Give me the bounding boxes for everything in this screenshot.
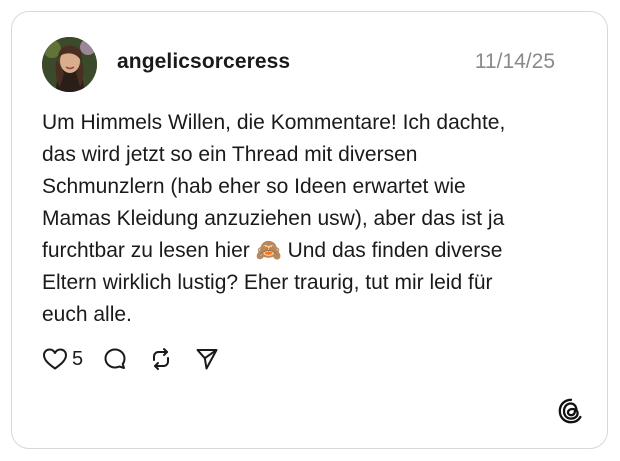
threads-logo-glyph xyxy=(558,398,582,424)
share-button[interactable] xyxy=(195,347,219,371)
username[interactable]: angelicsorceress xyxy=(117,50,290,74)
post-text: Um Himmels Willen, die Kommentare! Ich d… xyxy=(42,111,506,326)
threads-logo-icon[interactable] xyxy=(557,397,585,425)
heart-icon xyxy=(43,348,67,370)
avatar[interactable] xyxy=(42,37,97,92)
like-button[interactable]: 5 xyxy=(42,347,83,371)
action-bar: 5 xyxy=(42,345,219,373)
post-card: angelicsorceress 11/14/25 Um Himmels Wil… xyxy=(11,11,608,449)
comment-icon xyxy=(104,348,126,369)
post-date: 11/14/25 xyxy=(474,50,555,73)
comment-button[interactable] xyxy=(103,347,127,371)
repost-button[interactable] xyxy=(149,347,173,371)
like-count: 5 xyxy=(72,347,84,370)
repost-icon xyxy=(153,348,170,370)
share-icon xyxy=(196,349,218,370)
avatar-image xyxy=(42,37,97,92)
